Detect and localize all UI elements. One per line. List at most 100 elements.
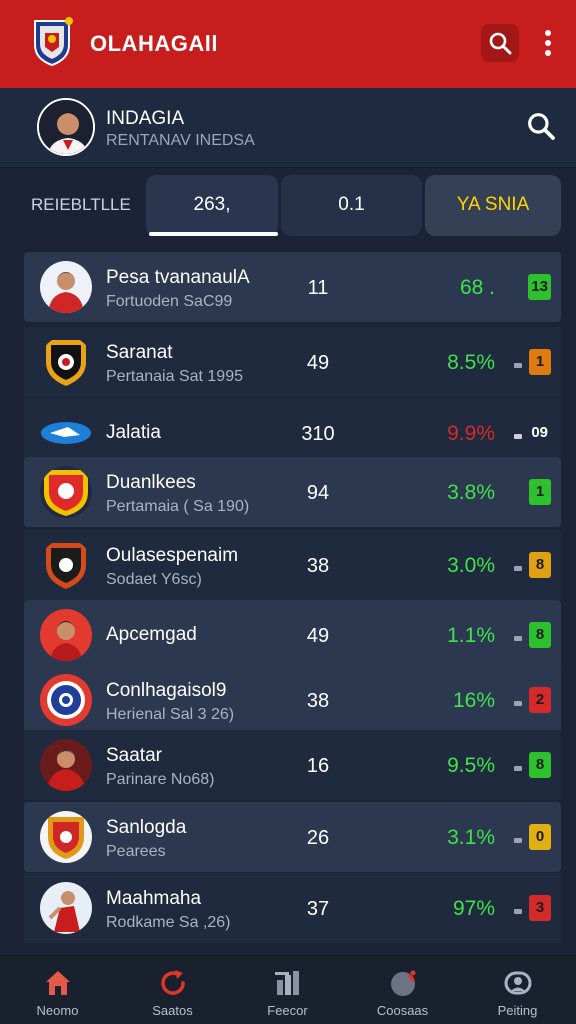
- trend-indicator-icon: [513, 630, 523, 641]
- bottom-navigation: Neomo Saatos Feecor Coosaas Peiting: [0, 955, 576, 1024]
- row-count: 310: [301, 423, 335, 445]
- list-item[interactable]: Saatar Parinare No68) 16 9.5% 8: [24, 730, 561, 800]
- row-name: Conlhagaisol9: [106, 680, 227, 701]
- row-count: 38: [306, 690, 330, 712]
- avatar[interactable]: [37, 98, 95, 156]
- team-logo-icon: [40, 609, 92, 661]
- search-icon[interactable]: [525, 110, 557, 142]
- team-crest-icon[interactable]: [31, 17, 73, 67]
- search-icon: [489, 32, 512, 55]
- list-item[interactable]: Oulasespenaim Sodaet Y6sc) 38 3.0% 8: [24, 530, 561, 600]
- rank-badge: 1: [529, 479, 551, 505]
- row-count: 38: [306, 555, 330, 577]
- segment-tab-3[interactable]: YA SNIA: [425, 175, 561, 236]
- trend-indicator-icon: [513, 832, 523, 843]
- app-title: OLAHAGAll: [90, 31, 218, 56]
- team-logo-icon: [40, 336, 92, 388]
- rank-badge: 3: [529, 895, 551, 921]
- list-item[interactable]: Duanlkees Pertamaia ( Sa 190) 94 3.8% 1: [24, 457, 561, 527]
- row-percentage: 68 .: [459, 276, 495, 299]
- segment-label: YA SNIA: [456, 194, 530, 215]
- row-subtitle: Herienal Sal 3 26): [106, 706, 235, 723]
- refresh-icon: [161, 970, 185, 995]
- search-button[interactable]: [481, 24, 519, 62]
- row-subtitle: Pearees: [106, 843, 166, 860]
- nav-item-coosaas[interactable]: Coosaas: [345, 956, 460, 1024]
- team-logo-icon: [40, 466, 92, 518]
- ranking-list: Pesa tvananaulA Fortuoden SaC99 11 68 . 13 Sa…: [24, 252, 561, 952]
- team-logo-icon: [40, 739, 92, 791]
- row-subtitle: Pertanaia Sat 1995: [106, 368, 243, 385]
- segment-label: 263,: [193, 194, 231, 215]
- row-percentage: 9.9%: [447, 422, 495, 445]
- row-name: Oulasespenaim: [106, 545, 239, 566]
- list-item[interactable]: Saranat Pertanaia Sat 1995 49 8.5% 1: [24, 327, 561, 397]
- row-name: Sanlogda: [106, 817, 187, 838]
- row-percentage: 16%: [452, 689, 495, 712]
- rank-badge: 8: [529, 752, 551, 778]
- nav-item-saatos[interactable]: Saatos: [115, 956, 230, 1024]
- row-count: 26: [306, 827, 330, 849]
- rank-badge: 09: [531, 424, 548, 441]
- row-subtitle: Fortuoden SaC99: [106, 293, 233, 310]
- row-subtitle: Rodkame Sa ,26): [106, 914, 231, 931]
- row-percentage: 9.5%: [447, 754, 495, 777]
- trend-indicator-icon: [513, 428, 523, 439]
- nav-label: Neomo: [36, 1003, 79, 1018]
- rank-badge: 2: [529, 687, 551, 713]
- team-logo-icon: [40, 539, 92, 591]
- row-subtitle: Parinare No68): [106, 771, 215, 788]
- profile-icon: [504, 971, 532, 995]
- rank-badge: 13: [528, 274, 551, 300]
- row-percentage: 3.0%: [447, 554, 495, 577]
- row-subtitle: Pertamaia ( Sa 190): [106, 498, 250, 515]
- team-logo-icon: [40, 882, 92, 934]
- row-name: Saatar: [106, 745, 162, 766]
- row-count: 11: [307, 277, 329, 299]
- row-name: Jalatia: [106, 422, 161, 443]
- row-count: 37: [306, 898, 330, 920]
- list-item[interactable]: Sanlogda Pearees 26 3.1% 0: [24, 802, 561, 872]
- row-name: Apcemgad: [106, 624, 197, 645]
- rank-badge: 8: [529, 622, 551, 648]
- profile-header: INDAGIA RENTANAV INEDSA: [0, 88, 576, 168]
- row-percentage: 3.8%: [447, 481, 495, 504]
- rank-badge: 1: [529, 349, 551, 375]
- row-percentage: 8.5%: [447, 351, 495, 374]
- team-logo-icon: [40, 674, 92, 726]
- list-item[interactable]: Apcemgad 49 1.1% 8: [24, 600, 561, 670]
- segment-tab-1[interactable]: 263,: [146, 175, 278, 236]
- row-count: 16: [306, 755, 330, 777]
- team-logo-icon: [40, 811, 92, 863]
- nav-item-home[interactable]: Neomo: [0, 956, 115, 1024]
- trend-indicator-icon: [513, 695, 523, 706]
- filter-label: REIEBLTLLE: [31, 195, 131, 214]
- segment-label: 0.1: [338, 194, 365, 215]
- row-percentage: 97%: [452, 897, 495, 920]
- team-logo-icon: [40, 261, 92, 313]
- list-item[interactable]: Pesa tvananaulA Fortuoden SaC99 11 68 . 13: [24, 252, 561, 322]
- nav-item-peiting[interactable]: Peiting: [460, 956, 575, 1024]
- rank-badge: 8: [529, 552, 551, 578]
- more-vertical-icon[interactable]: [533, 26, 563, 60]
- row-count: 49: [306, 625, 330, 647]
- list-item[interactable]: Maahmaha Rodkame Sa ,26) 37 97% 3: [24, 873, 561, 943]
- row-subtitle: Sodaet Y6sc): [106, 571, 202, 588]
- trend-indicator-icon: [513, 903, 523, 914]
- row-name: Maahmaha: [106, 888, 202, 909]
- nav-label: Coosaas: [376, 1003, 429, 1018]
- rank-badge: 0: [529, 824, 551, 850]
- segment-tab-2[interactable]: 0.1: [281, 175, 422, 236]
- stats-icon: [275, 971, 299, 995]
- row-percentage: 3.1%: [447, 826, 495, 849]
- row-name: Duanlkees: [106, 472, 196, 493]
- row-count: 94: [306, 482, 330, 504]
- row-name: Pesa tvananaulA: [106, 267, 250, 288]
- nav-label: Feecor: [267, 1003, 308, 1018]
- nav-label: Peiting: [497, 1003, 538, 1018]
- nav-item-feecor[interactable]: Feecor: [230, 956, 345, 1024]
- nav-label: Saatos: [152, 1003, 193, 1018]
- list-item[interactable]: Conlhagaisol9 Herienal Sal 3 26) 38 16% 2: [24, 665, 561, 735]
- team-logo-icon: [40, 407, 92, 459]
- profile-subtitle: RENTANAV INEDSA: [106, 132, 255, 149]
